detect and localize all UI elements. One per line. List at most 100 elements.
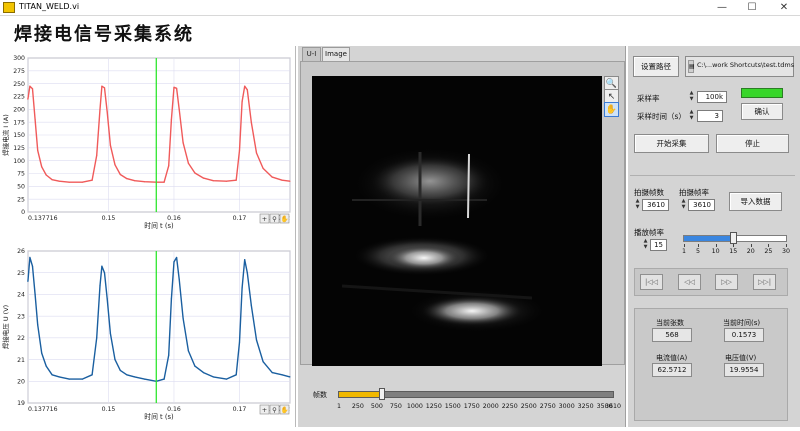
data-point xyxy=(101,85,103,87)
frame-slider-thumb[interactable] xyxy=(379,388,386,400)
data-point xyxy=(212,180,214,182)
x-tick-label: 0.16 xyxy=(167,406,181,413)
data-point xyxy=(58,180,60,182)
data-point xyxy=(194,365,196,367)
data-point xyxy=(202,372,205,374)
frame-slider-label: 帧数 xyxy=(313,391,327,399)
charts-svg: 0 25 50 75 100 125 150 175 200 225 250 275 300 0.1377… xyxy=(1,55,291,421)
capture-frames-spinner-icon[interactable]: ▲ ▼ xyxy=(634,198,641,210)
tab-image[interactable]: Image xyxy=(322,47,350,61)
maximize-button[interactable]: ☐ xyxy=(738,1,766,15)
capture-frames-input[interactable]: 3610 xyxy=(642,199,669,211)
playback-rate-spinner-icon[interactable]: ▲ ▼ xyxy=(642,238,649,250)
capture-rate-spinner-icon[interactable]: ▲ ▼ xyxy=(680,198,687,210)
data-point xyxy=(106,111,108,113)
tab-u-i[interactable]: U-I xyxy=(302,47,321,61)
close-button[interactable]: ✕ xyxy=(770,1,798,15)
rewind-button[interactable]: ◁◁ xyxy=(678,274,701,290)
data-point xyxy=(114,164,116,166)
voltage-chart[interactable]: 19202122232425260.1377160.150.160.170.17… xyxy=(1,248,291,421)
set-path-button[interactable]: 设置路径 xyxy=(633,56,679,77)
x-tick-label: 0.15 xyxy=(102,215,116,222)
data-point xyxy=(109,332,111,335)
window-title: TITAN_WELD.vi xyxy=(19,2,80,11)
frame-tick-label: 250 xyxy=(351,403,364,410)
current-time-label: 当前时间(s) xyxy=(723,319,761,327)
sample-time-input[interactable]: 3 xyxy=(697,110,723,122)
data-point xyxy=(37,149,39,151)
y-tick-label: 20 xyxy=(17,378,25,385)
stop-button[interactable]: 停止 xyxy=(716,134,789,153)
data-point xyxy=(241,101,243,103)
pan-tool-icon[interactable]: ✋ xyxy=(604,102,619,117)
data-point xyxy=(235,374,237,376)
sample-time-spinner-icon[interactable]: ▲ ▼ xyxy=(688,109,695,121)
confirm-button[interactable]: 确认 xyxy=(741,103,783,120)
data-point xyxy=(187,162,189,164)
data-point xyxy=(178,278,180,280)
x-tick-label: 0.16 xyxy=(167,215,181,222)
playback-tick-mark xyxy=(733,244,735,247)
chart-tool-icon: ⚲ xyxy=(272,215,277,223)
current-chart[interactable]: 0 25 50 75 100 125 150 175 200 225 250 275 300 0.1377… xyxy=(1,55,291,230)
data-point xyxy=(29,85,31,87)
browse-icon[interactable]: ▤ xyxy=(688,60,695,73)
last-frame-button[interactable]: ▷▷| xyxy=(753,274,776,290)
playback-tick-mark xyxy=(684,244,685,247)
sample-time-label: 采样时间（s） xyxy=(637,112,686,121)
current-frame-label: 当前张数 xyxy=(656,319,684,327)
frame-tick-label: 500 xyxy=(370,403,383,410)
weld-image-render xyxy=(341,146,549,333)
playback-slider-thumb[interactable] xyxy=(729,232,737,244)
sample-rate-spinner-icon[interactable]: ▲ ▼ xyxy=(688,90,695,102)
y-tick-label: 23 xyxy=(17,313,25,320)
playback-tick-mark xyxy=(750,244,752,247)
y-tick-label: 175 xyxy=(13,119,25,126)
playback-tick-mark xyxy=(715,244,717,247)
data-point xyxy=(170,298,172,300)
sample-rate-input[interactable]: 100k xyxy=(697,91,727,103)
data-point xyxy=(163,378,165,380)
start-acquisition-button[interactable]: 开始采集 xyxy=(634,134,709,153)
y-tick-label: 25 xyxy=(17,196,25,203)
data-point xyxy=(225,378,227,380)
data-point xyxy=(68,181,70,183)
data-point xyxy=(182,317,184,319)
data-point xyxy=(103,87,106,89)
y-tick-label: 300 xyxy=(13,55,25,62)
frame-tick-label: 1 xyxy=(336,403,342,410)
data-point xyxy=(106,298,108,300)
first-frame-button[interactable]: |◁◁ xyxy=(640,274,663,290)
capture-rate-input[interactable]: 3610 xyxy=(688,199,715,211)
y-tick-label: 225 xyxy=(13,94,25,101)
data-point xyxy=(45,174,47,176)
data-point xyxy=(91,179,93,181)
x-tick-label: 0.137716 xyxy=(28,406,58,413)
data-point xyxy=(262,167,264,169)
data-point xyxy=(255,339,258,341)
y-tick-label: 75 xyxy=(17,171,25,178)
x-tick-label: 0.137716 xyxy=(28,215,58,222)
data-point xyxy=(271,176,273,178)
data-point xyxy=(168,165,170,167)
minimize-button[interactable]: — xyxy=(708,1,736,15)
fast-forward-button[interactable]: ▷▷ xyxy=(715,274,738,290)
data-point xyxy=(255,152,258,154)
frame-tick-label: 1750 xyxy=(463,403,480,410)
frame-tick-label: 2000 xyxy=(482,403,499,410)
import-data-button[interactable]: 导入数据 xyxy=(729,192,782,211)
playback-rate-input[interactable]: 15 xyxy=(650,239,667,251)
data-point xyxy=(41,352,43,354)
y-tick-label: 26 xyxy=(17,248,25,255)
path-field[interactable]: ▤ C:\...work Shortcuts\test.tdms xyxy=(685,56,794,77)
data-point xyxy=(51,374,53,376)
data-point xyxy=(176,256,178,259)
data-point xyxy=(262,361,264,363)
data-point xyxy=(109,144,111,146)
y-tick-label: 100 xyxy=(13,158,25,165)
playback-tick-label: 20 xyxy=(746,248,755,255)
y-axis-label: 焊接电流 I (A) xyxy=(1,114,10,156)
chart-tool-icon: ✋ xyxy=(280,215,288,223)
weld-camera-image[interactable] xyxy=(312,76,602,366)
data-point xyxy=(238,341,241,343)
